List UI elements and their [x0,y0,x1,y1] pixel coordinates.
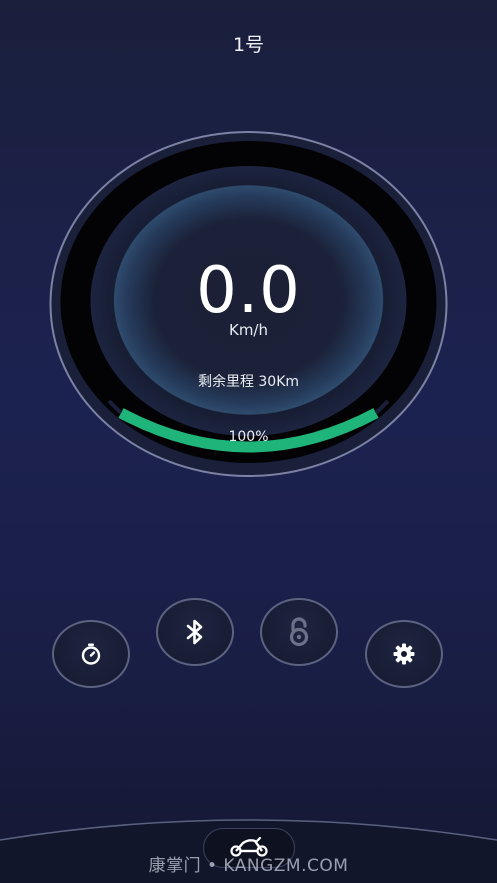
remaining-range: 剩余里程 30Km [197,374,300,390]
lock-button[interactable] [260,598,338,666]
page-title: 1号 [232,34,265,56]
speed-value: 0.0 [196,254,301,328]
timer-button[interactable] [52,620,130,688]
speed-unit: Km/h [228,321,268,339]
watermark: 康掌门 • KANGZM.COM [148,856,349,876]
bluetooth-button[interactable] [156,598,234,666]
gear-icon [392,642,416,666]
settings-button[interactable] [365,620,443,688]
bluetooth-icon [184,618,206,646]
unlock-icon [287,617,311,647]
battery-percent: 100% [228,429,269,445]
stopwatch-icon [79,642,103,666]
